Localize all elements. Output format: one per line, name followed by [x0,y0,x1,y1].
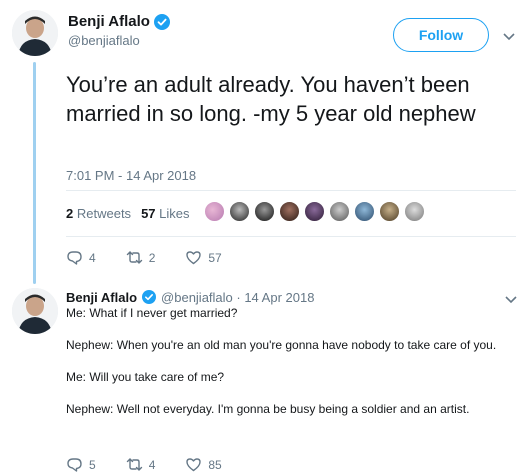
retweets-count: 2 [66,206,74,221]
chevron-down-icon[interactable] [504,295,518,305]
liker-avatar[interactable] [204,201,225,222]
retweet-count: 4 [148,457,156,472]
divider [66,190,516,191]
follow-button[interactable]: Follow [393,18,489,52]
reply-line: Me: Will you take care of me? [66,370,225,384]
author-handle[interactable]: @benjiaflalo [68,33,140,48]
retweets-label: Retweets [76,206,132,221]
reply-header: Benji Aflalo @benjiaflalo · 14 Apr 2018 [66,289,314,305]
divider [66,236,516,237]
like-count: 85 [208,457,222,472]
retweet-button[interactable]: 2 [126,249,156,266]
heart-icon [186,458,202,472]
liker-avatar[interactable] [254,201,275,222]
author-name-text: Benji Aflalo [68,13,150,30]
like-button[interactable]: 57 [185,249,222,266]
likes-count: 57 [141,206,156,221]
reply-line: Nephew: When you're an old man you're go… [66,338,497,352]
reply-count: 4 [89,250,96,265]
reply-count: 5 [89,457,96,472]
liker-avatar[interactable] [279,201,300,222]
retweet-button[interactable]: 4 [126,456,156,473]
tweet-text: You’re an adult already. You haven’t bee… [66,72,476,126]
reply-text: Me: What if I never get married? Nephew:… [66,305,506,433]
tweet-timestamp[interactable]: 7:01 PM - 14 Apr 2018 [66,168,196,183]
author-avatar[interactable] [12,10,58,56]
liker-avatars [204,201,425,222]
likes-stat[interactable]: 57 Likes [141,206,189,221]
liker-avatar[interactable] [379,201,400,222]
retweets-stat[interactable]: 2 Retweets [66,206,131,221]
reply-button[interactable]: 5 [66,456,96,473]
reply-line: Nephew: Well not everyday. I'm gonna be … [66,402,470,416]
liker-avatar[interactable] [354,201,375,222]
verified-badge-icon [141,289,157,305]
reply-button[interactable]: 4 [66,249,96,266]
liker-avatar[interactable] [304,201,325,222]
reply-author-name[interactable]: Benji Aflalo [66,290,137,305]
author-name[interactable]: Benji Aflalo [68,13,170,30]
thread-connector-line [33,62,36,284]
like-count: 57 [208,250,222,265]
reply-line: Me: What if I never get married? [66,306,238,320]
retweet-icon [126,251,142,264]
liker-avatar[interactable] [404,201,425,222]
liker-avatar[interactable] [329,201,350,222]
reply-icon [67,458,82,472]
engagement-stats: 2 Retweets 57 Likes [66,206,190,221]
chevron-down-icon[interactable] [502,32,516,42]
retweet-count: 2 [148,250,156,265]
reply-meta[interactable]: @benjiaflalo · 14 Apr 2018 [161,290,314,305]
reply-author-avatar[interactable] [12,288,58,334]
reply-actions: 5 4 85 [66,456,252,473]
tweet-actions: 4 2 57 [66,249,252,266]
reply-icon [67,251,82,265]
likes-label: Likes [159,206,190,221]
verified-badge-icon [153,13,170,30]
liker-avatar[interactable] [229,201,250,222]
heart-icon [186,251,202,265]
retweet-icon [126,458,142,471]
like-button[interactable]: 85 [185,456,222,473]
